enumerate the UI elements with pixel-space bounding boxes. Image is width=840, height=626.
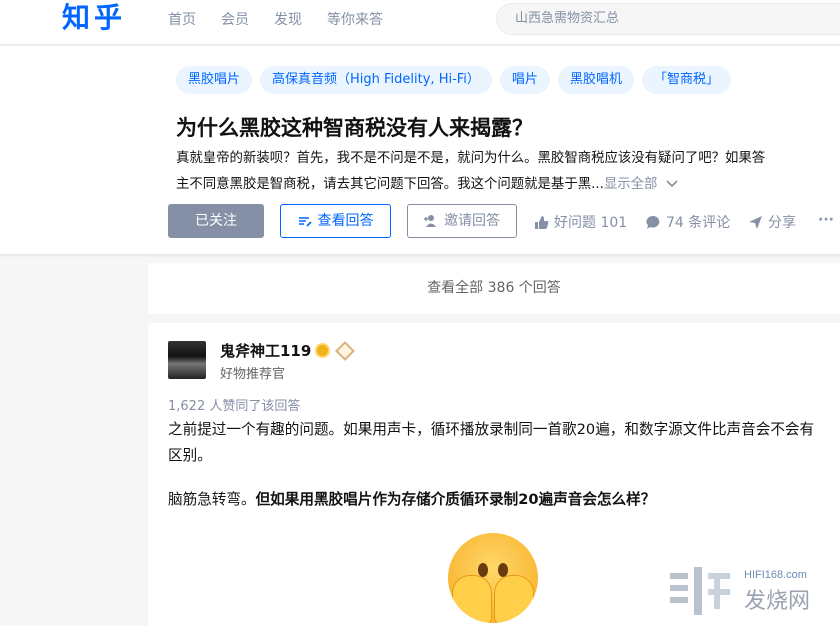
comment-icon: [646, 215, 660, 229]
topic-tags: 黑胶唱片 高保真音频（High Fidelity, Hi-Fi） 唱片 黑胶唱机…: [176, 66, 739, 94]
watermark-logo-icon: [670, 567, 730, 615]
author-subtitle: 好物推荐官: [220, 367, 286, 382]
share-button[interactable]: 分享: [748, 212, 796, 232]
nav-home[interactable]: 首页: [168, 9, 196, 29]
nav-discover[interactable]: 发现: [274, 9, 302, 29]
description-line: 真就皇帝的新装呗？首先，我不是不问是不是，就问为什么。黑胶智商税应该没有疑问了吧…: [176, 151, 766, 166]
show-all-label: 显示全部: [603, 177, 658, 192]
thumbs-up-icon: [535, 215, 549, 229]
nav-vip[interactable]: 会员: [221, 9, 249, 29]
show-all-link[interactable]: 显示全部: [604, 177, 678, 192]
avatar[interactable]: [168, 341, 206, 379]
creator-badge-icon: [335, 340, 356, 361]
invite-answer-label: 邀请回答: [444, 213, 500, 229]
answer-bold-text: 但如果用黑胶唱片作为存储介质循环录制20遍声音会怎么样？: [255, 491, 656, 508]
topic-tag[interactable]: 黑胶唱机: [557, 66, 634, 94]
paper-plane-icon: [749, 215, 762, 229]
view-all-answers-link[interactable]: 查看全部 386 个回答: [148, 263, 840, 314]
invite-answer-button[interactable]: 邀请回答: [407, 204, 517, 238]
comments-label: 74 条评论: [666, 215, 731, 231]
view-answers-label: 查看回答: [317, 213, 374, 229]
cover-face-emoji-icon: [448, 533, 538, 623]
nav-waiting[interactable]: 等你来答: [327, 9, 383, 29]
question-header: 黑胶唱片 高保真音频（High Fidelity, Hi-Fi） 唱片 黑胶唱机…: [0, 46, 840, 254]
topic-tag[interactable]: 唱片: [499, 66, 550, 94]
good-question-label: 好问题 101: [554, 215, 628, 231]
zhihu-logo[interactable]: 知乎: [62, 0, 126, 36]
question-description: 真就皇帝的新装呗？首先，我不是不问是不是，就问为什么。黑胶智商税应该没有疑问了吧…: [176, 146, 840, 198]
pen-icon: [298, 217, 312, 227]
topic-tag[interactable]: 高保真音频（High Fidelity, Hi-Fi）: [260, 66, 492, 94]
search-input[interactable]: 山西急需物资汇总: [496, 3, 840, 35]
share-label: 分享: [768, 215, 796, 231]
author-name[interactable]: 鬼斧神工119: [220, 340, 311, 361]
chevron-down-icon: [666, 180, 678, 188]
top-bar: 知乎 首页 会员 发现 等你来答 山西急需物资汇总: [0, 0, 840, 45]
verified-badge-icon: [315, 343, 331, 358]
description-line: 主不同意黑胶是智商税，请去其它问题下回答。我这个问题就是基于黑...: [176, 177, 604, 192]
more-button[interactable]: ···: [818, 212, 834, 228]
view-answers-button[interactable]: 查看回答: [280, 204, 391, 238]
add-user-icon: [424, 215, 436, 227]
question-title: 为什么黑胶这种智商税没有人来揭露？: [176, 116, 533, 140]
author-row: 鬼斧神工119: [220, 340, 356, 361]
comments-button[interactable]: 74 条评论: [646, 212, 730, 232]
main-nav: 首页 会员 发现 等你来答: [168, 9, 408, 29]
vote-count: 1,622 人赞同了该回答: [168, 399, 301, 414]
answer-text: 脑筋急转弯。: [168, 491, 256, 508]
watermark-name: 发烧网: [744, 588, 811, 613]
answer-paragraph: 之前提过一个有趣的问题。如果用声卡，循环播放录制同一首歌20遍，和数字源文件比声…: [168, 421, 815, 464]
topic-tag[interactable]: 黑胶唱片: [176, 66, 253, 94]
topic-tag[interactable]: 「智商税」: [641, 66, 731, 94]
followed-button[interactable]: 已关注: [168, 204, 264, 238]
watermark-site: HIFI168.com: [744, 569, 807, 581]
answer-paragraph: 脑筋急转弯。但如果用黑胶唱片作为存储介质循环录制20遍声音会怎么样？: [168, 487, 820, 513]
answer-content: 之前提过一个有趣的问题。如果用声卡，循环播放录制同一首歌20遍，和数字源文件比声…: [168, 417, 820, 531]
good-question-button[interactable]: 好问题 101: [534, 212, 627, 232]
